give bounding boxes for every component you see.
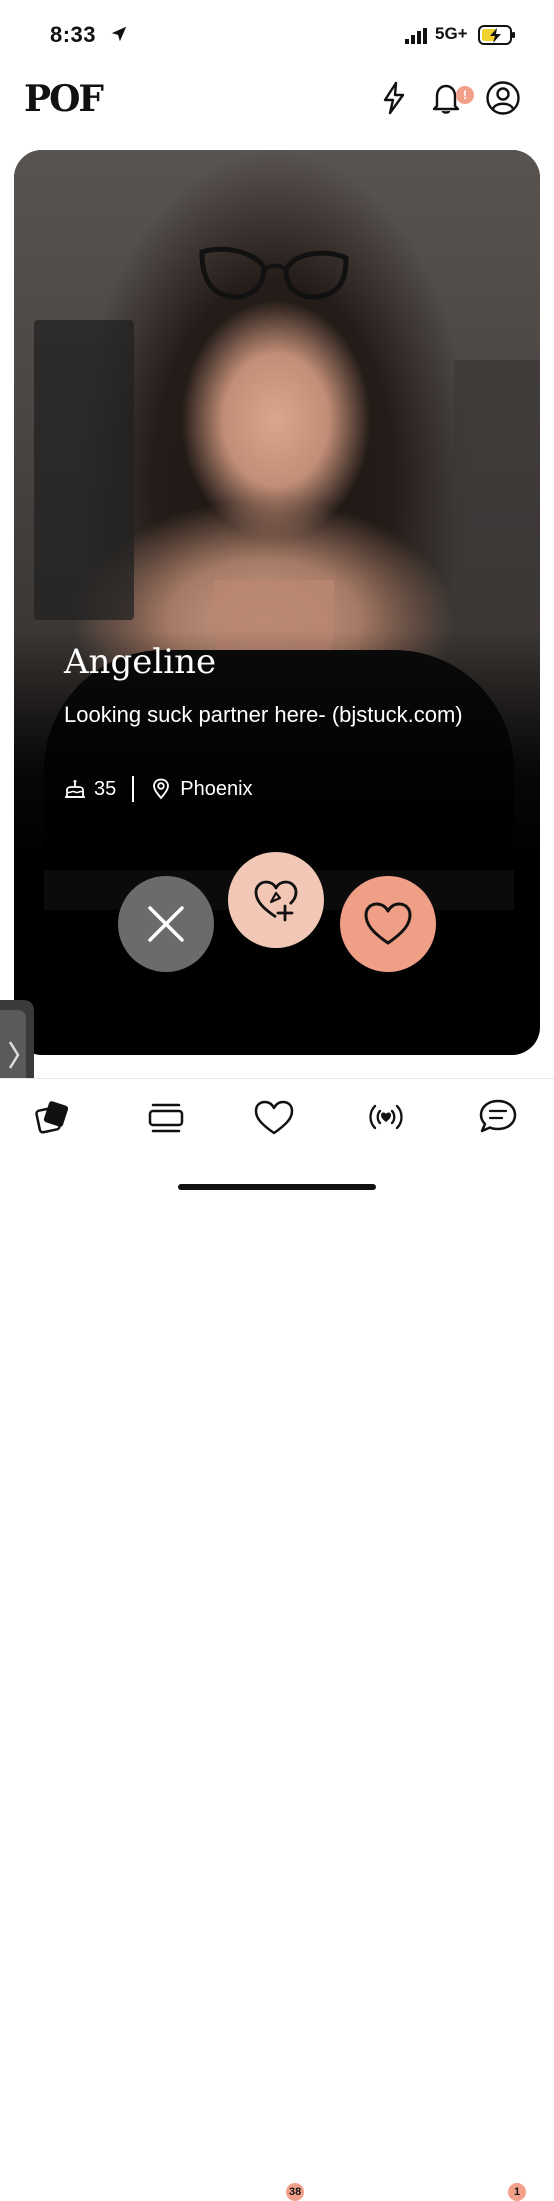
background-wall <box>454 360 540 620</box>
profile-location: Phoenix <box>180 777 253 800</box>
pof-logo[interactable]: POF <box>24 78 104 120</box>
status-time: 8:33 <box>50 22 97 47</box>
home-indicator[interactable] <box>178 1184 376 1190</box>
profile-meta: 35 Phoenix <box>64 774 253 804</box>
battery-charging-icon <box>478 25 515 45</box>
likes-badge: 38 <box>286 2183 305 2201</box>
notification-badge: ! <box>456 86 474 104</box>
app-header: POF ! <box>0 70 554 130</box>
meta-divider <box>132 776 135 802</box>
network-type: 5G+ <box>435 24 468 43</box>
like-button[interactable] <box>340 876 436 972</box>
location-arrow-icon <box>111 26 127 42</box>
bottom-tab-bar: 38 1 <box>0 1078 554 2201</box>
signal-icon <box>405 28 427 44</box>
chevron-right-icon <box>8 1041 20 1069</box>
superlike-button[interactable] <box>228 852 324 948</box>
live-tab-icon[interactable] <box>364 1095 408 1139</box>
profile-icon[interactable] <box>485 80 521 116</box>
profile-age: 35 <box>94 777 117 800</box>
pass-button[interactable] <box>118 876 214 972</box>
profile-photo[interactable] <box>14 150 540 910</box>
cake-icon <box>65 780 85 798</box>
likes-tab-icon[interactable] <box>252 1095 296 1139</box>
heart-plus-icon <box>254 880 298 922</box>
profile-bio: Looking suck partner here- (bjstuck.com) <box>64 702 463 727</box>
location-pin-icon <box>153 778 170 800</box>
cards-tab-icon[interactable] <box>144 1095 188 1139</box>
discover-tab-icon[interactable] <box>32 1095 76 1139</box>
bolt-icon[interactable] <box>376 80 412 116</box>
chat-tab-icon[interactable] <box>476 1095 520 1139</box>
close-icon <box>148 906 184 942</box>
status-bar: 8:33 5G+ <box>0 0 554 64</box>
chat-badge: 1 <box>508 2183 526 2201</box>
profile-name: Angeline <box>64 642 217 682</box>
background-doorway <box>34 320 134 620</box>
profile-card[interactable]: Angeline Looking suck partner here- (bjs… <box>14 150 540 1055</box>
glasses-shape <box>199 246 349 300</box>
heart-icon <box>364 902 412 945</box>
